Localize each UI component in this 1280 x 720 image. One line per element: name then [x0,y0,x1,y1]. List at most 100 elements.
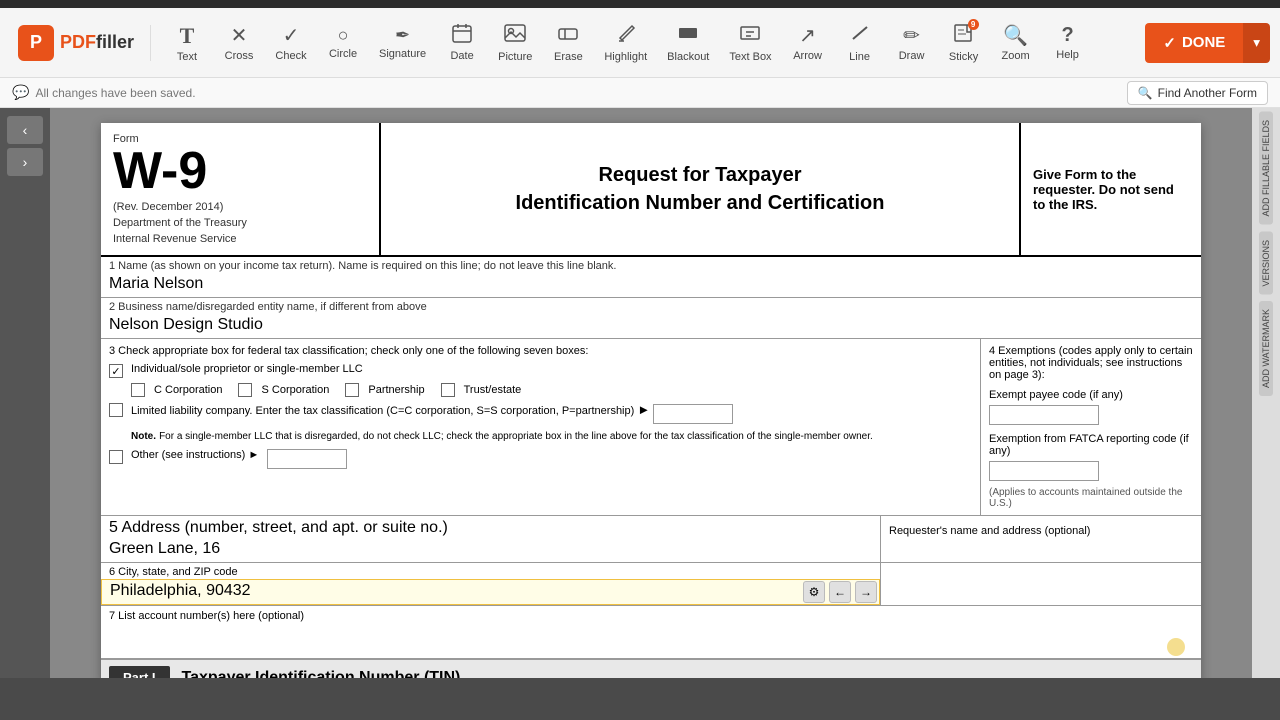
trust-label: Trust/estate [464,384,522,396]
checkbox-llc[interactable] [109,403,123,417]
signature-icon: ✒ [395,25,410,46]
title-line1: Request for Taxpayer [516,161,885,189]
checkbox-partnership[interactable] [345,383,359,397]
tool-signature[interactable]: ✒ Signature [371,14,434,72]
checkbox-other[interactable] [109,450,123,464]
field2-value[interactable]: Nelson Design Studio [101,314,1201,338]
tool-cross[interactable]: ✕ Cross [215,14,263,72]
saved-message: All changes have been saved. [35,86,195,100]
left-panel: ‹ › [0,108,50,678]
city-row: 6 City, state, and ZIP code Philadelphia… [101,563,1201,606]
chat-icon: 💬 [12,84,29,101]
erase-icon [557,23,579,49]
find-another-label: Find Another Form [1158,86,1257,100]
tool-date[interactable]: Date [438,14,486,72]
tool-help-label: Help [1056,49,1079,61]
add-watermark-button[interactable]: ADD WATERMARK [1259,301,1273,396]
status-left: 💬 All changes have been saved. [12,84,196,101]
right-panel: ADD FILLABLE FIELDS VERSIONS ADD WATERMA… [1252,108,1280,678]
w9-center-header: Request for Taxpayer Identification Numb… [381,123,1021,255]
fatca-input[interactable] [989,461,1099,481]
versions-button[interactable]: VERSIONS [1259,232,1273,295]
account-section: 7 List account number(s) here (optional) [101,606,1201,660]
field5-label: 5 Address (number, street, and apt. or s… [101,516,880,538]
account-input-area[interactable] [109,622,1193,640]
field1-value[interactable]: Maria Nelson [101,273,1201,297]
tax-class-left: 3 Check appropriate box for federal tax … [101,339,981,515]
address-section: 5 Address (number, street, and apt. or s… [101,516,1201,563]
checkbox-trust[interactable] [441,383,455,397]
logo-icon: P [18,25,54,61]
tool-sticky[interactable]: 9 Sticky [940,14,988,72]
zoom-icon: 🔍 [1003,23,1028,48]
tool-circle-label: Circle [329,48,357,60]
field-settings-button[interactable]: ⚙ [803,581,825,603]
tax-option-partnership: Partnership [345,382,424,397]
checkbox-ccorp[interactable] [131,383,145,397]
toolbar: P PDFfiller T Text ✕ Cross ✓ Check ○ Cir… [0,8,1280,78]
tool-circle[interactable]: ○ Circle [319,14,367,72]
tool-zoom[interactable]: 🔍 Zoom [992,14,1040,72]
checkbox-scorp[interactable] [238,383,252,397]
checkbox-individual-row: Individual/sole proprietor or single-mem… [109,363,972,378]
field2-label: 2 Business name/disregarded entity name,… [101,298,1201,314]
tax-option-ccorp: C Corporation [131,382,222,397]
tool-textbox-label: Text Box [729,51,771,63]
tax-option-scorp: S Corporation [238,382,329,397]
llc-row: Limited liability company. Enter the tax… [109,402,972,424]
tool-blackout[interactable]: Blackout [659,14,717,72]
tax-class-section: 3 Check appropriate box for federal tax … [101,339,1201,516]
other-input[interactable] [267,449,347,469]
tool-line-label: Line [849,51,870,63]
yellow-dot [1167,638,1185,656]
add-fillable-fields-button[interactable]: ADD FILLABLE FIELDS [1259,112,1273,225]
sticky-icon: 9 [953,23,975,49]
note-label: Note. [131,431,156,442]
tool-textbox[interactable]: Text Box [721,14,779,72]
tool-zoom-label: Zoom [1002,50,1030,62]
tool-sticky-label: Sticky [949,51,978,63]
address-right: Requester's name and address (optional) [881,516,1201,562]
fatca-note: (Applies to accounts maintained outside … [989,487,1193,509]
field1-section: 1 Name (as shown on your income tax retu… [101,257,1201,298]
part1-title: Taxpayer Identification Number (TIN) [182,669,461,679]
w9-title: W-9 [113,145,367,197]
exempt-payee-input[interactable] [989,405,1099,425]
llc-input[interactable] [653,404,733,424]
checkbox-individual[interactable] [109,364,123,378]
find-another-form-button[interactable]: 🔍 Find Another Form [1127,81,1268,105]
tool-highlight-label: Highlight [604,51,647,63]
textbox-icon [739,23,761,49]
give-form-text: Give Form to the requester. Do not send … [1033,167,1189,212]
city-input-area: 6 City, state, and ZIP code Philadelphia… [101,563,881,605]
field5-value[interactable]: Green Lane, 16 [101,538,880,562]
main-area: ‹ › Form W-9 (Rev. December 2014) Depart… [0,108,1280,678]
tool-highlight[interactable]: Highlight [596,14,655,72]
done-dropdown-button[interactable]: ▾ [1243,23,1270,63]
field2-section: 2 Business name/disregarded entity name,… [101,298,1201,339]
ccorp-label: C Corporation [154,384,222,396]
tool-help[interactable]: ? Help [1044,14,1092,72]
tool-arrow-label: Arrow [793,50,822,62]
done-label: DONE [1182,34,1225,51]
tool-arrow[interactable]: ↗ Arrow [784,14,832,72]
tool-draw[interactable]: ✏ Draw [888,14,936,72]
tool-erase[interactable]: Erase [544,14,592,72]
tool-line[interactable]: Line [836,14,884,72]
arrow-icon: ↗ [799,23,816,48]
check-icon: ✓ [283,23,300,48]
field6-value[interactable]: Philadelphia, 90432 [101,579,880,605]
nav-up-button[interactable]: ‹ [7,116,43,144]
blackout-icon [677,23,699,49]
status-bar: 💬 All changes have been saved. 🔍 Find An… [0,78,1280,108]
done-button[interactable]: ✓ DONE [1145,23,1243,63]
tool-picture[interactable]: Picture [490,14,540,72]
pdf-viewer[interactable]: Form W-9 (Rev. December 2014) Department… [50,108,1252,678]
field3-label: 3 Check appropriate box for federal tax … [109,345,972,357]
tool-text[interactable]: T Text [163,14,211,72]
search-icon: 🔍 [1138,86,1153,100]
field-next-button[interactable]: → [855,581,877,603]
nav-down-button[interactable]: › [7,148,43,176]
tool-check[interactable]: ✓ Check [267,14,315,72]
field-prev-button[interactable]: ← [829,581,851,603]
